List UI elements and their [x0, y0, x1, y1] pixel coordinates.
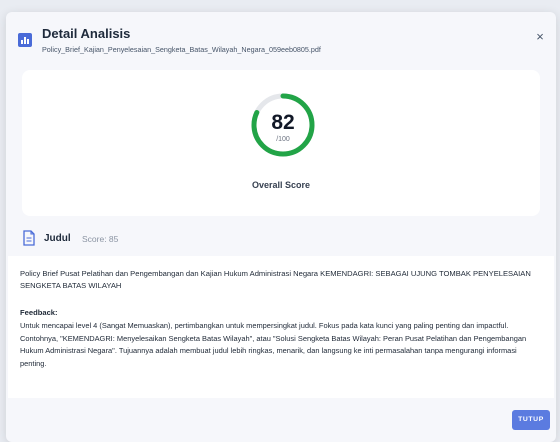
score-value: 82 — [271, 111, 295, 134]
score-card: 82 /100 Overall Score — [22, 70, 540, 216]
document-icon — [23, 230, 35, 246]
analysis-detail-dialog: Detail Analisis Policy_Brief_Kajian_Peny… — [6, 12, 556, 442]
file-name: Policy_Brief_Kajian_Penyelesaian_Sengket… — [42, 45, 321, 54]
content-card: Policy Brief Pusat Pelatihan dan Pengemb… — [8, 256, 554, 398]
chart-icon — [18, 33, 32, 47]
section-header: Judul Score: 85 — [22, 230, 422, 248]
dialog-header: Detail Analisis Policy_Brief_Kajian_Peny… — [6, 12, 556, 60]
overall-score-label: Overall Score — [251, 180, 311, 190]
section-title: Judul — [44, 233, 71, 244]
close-button[interactable]: TUTUP — [512, 410, 550, 430]
feedback-text: Untuk mencapai level 4 (Sangat Memuaskan… — [20, 321, 527, 368]
feedback-label: Feedback: — [20, 308, 58, 317]
section-score: Score: 85 — [82, 234, 119, 244]
title-text: Policy Brief Pusat Pelatihan dan Pengemb… — [20, 269, 531, 290]
score-max: /100 — [276, 136, 290, 143]
dialog-title: Detail Analisis — [42, 26, 131, 41]
close-icon[interactable]: × — [533, 30, 547, 44]
